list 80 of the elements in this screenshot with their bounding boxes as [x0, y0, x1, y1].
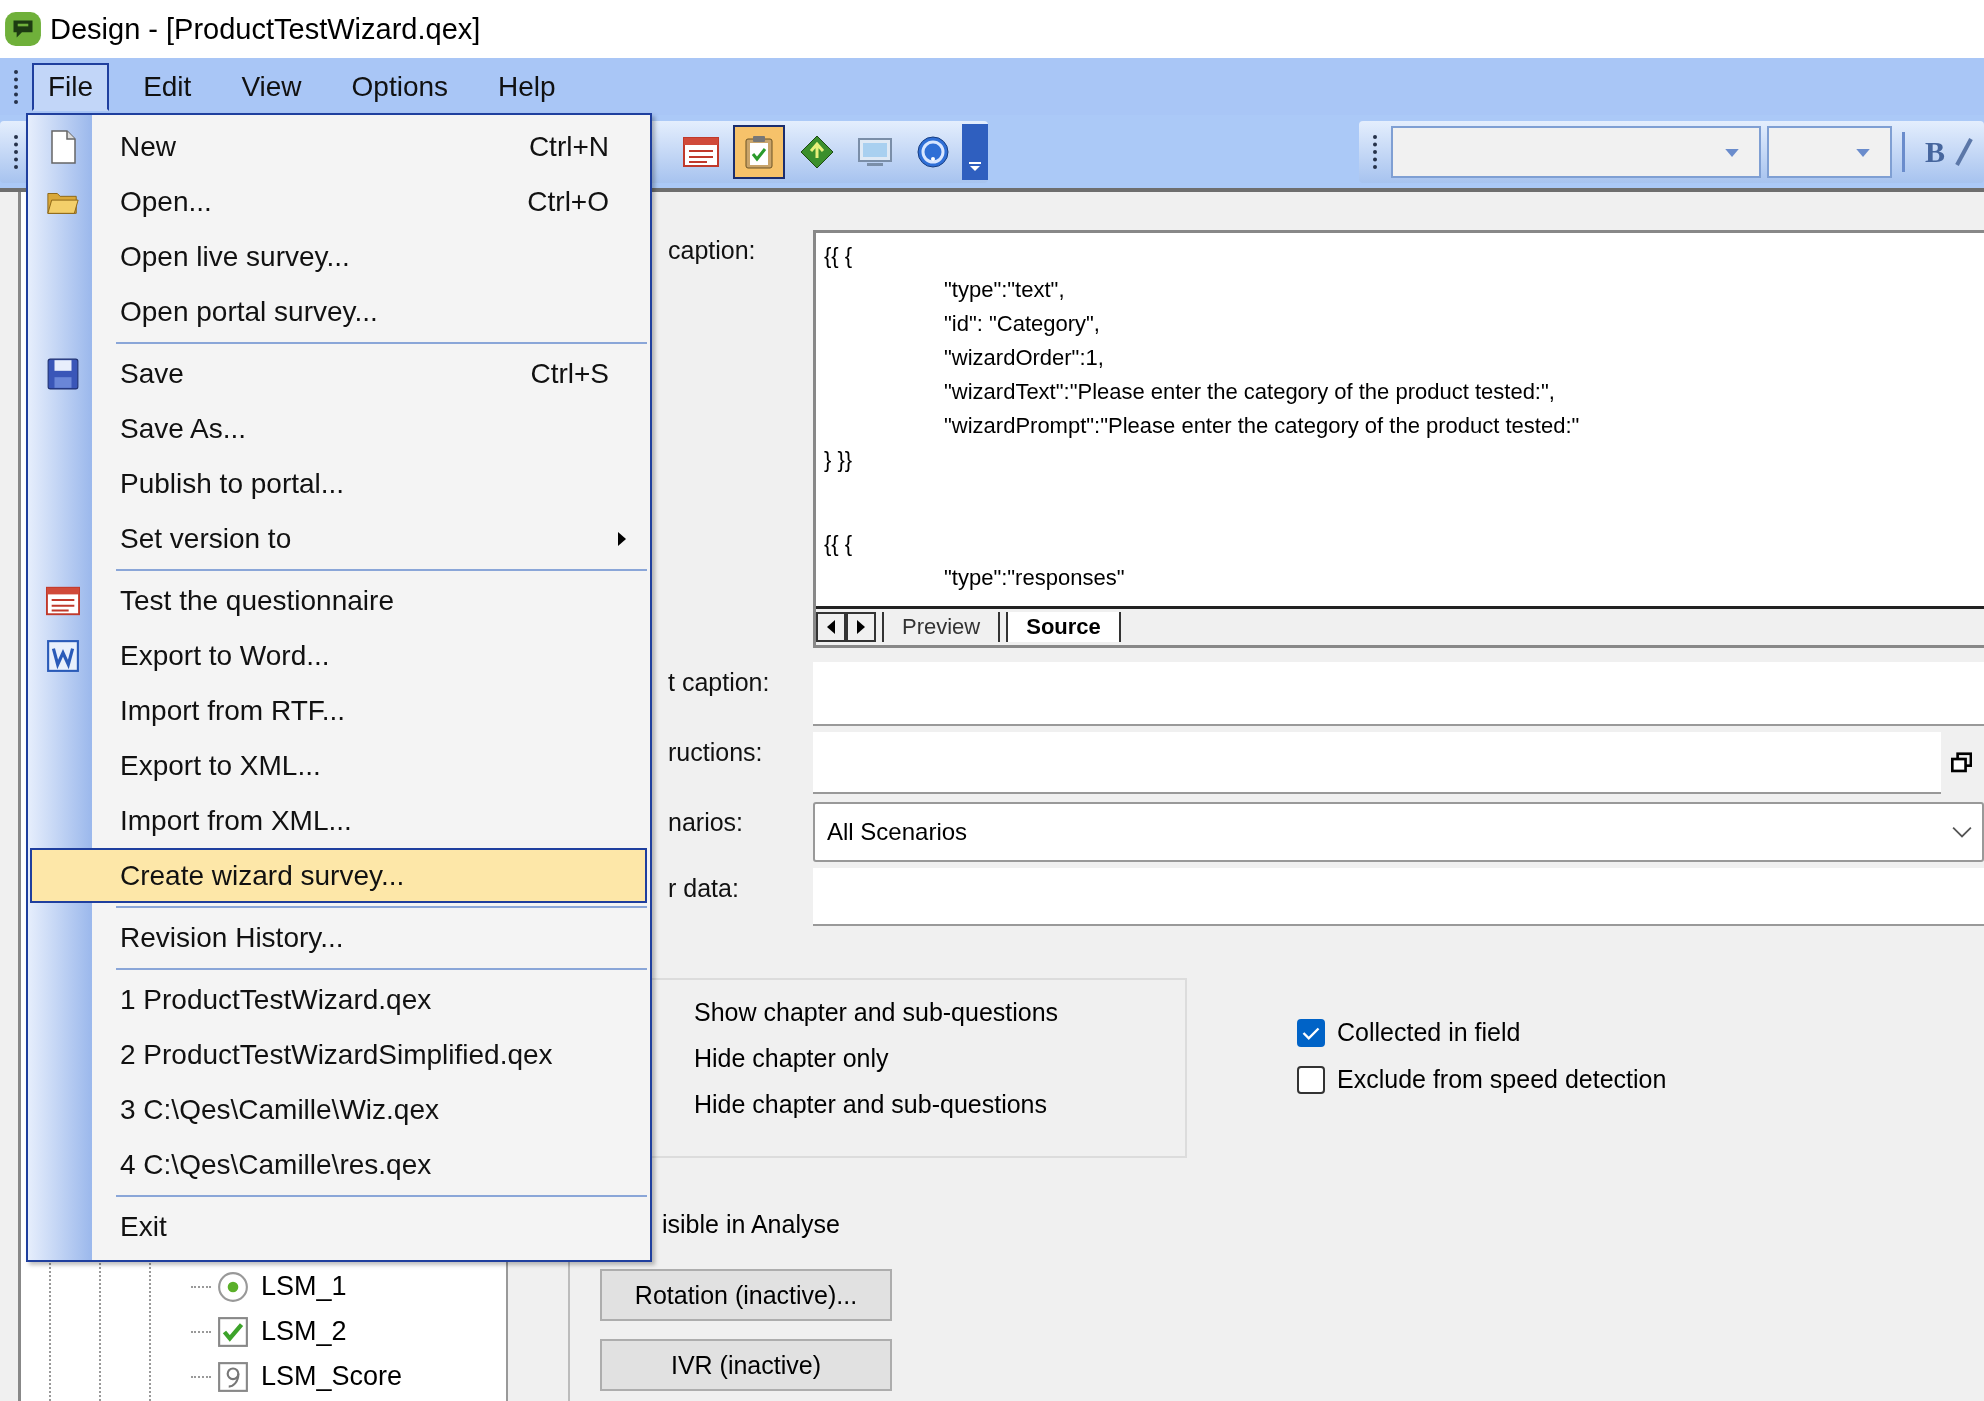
code-line: "type":"responses" — [943, 564, 1126, 592]
editor-tab[interactable]: Preview — [882, 612, 1001, 642]
scroll-right-button[interactable] — [846, 612, 876, 642]
radio-option-label[interactable]: Show chapter and sub-questions — [694, 994, 1185, 1030]
field-label: r data: — [668, 874, 739, 903]
menu-item[interactable]: 4 C:\Qes\Camille\res.qex — [30, 1137, 647, 1192]
code-line: "id": "Category", — [943, 310, 1101, 338]
menu-item[interactable]: Create wizard survey... — [30, 848, 647, 903]
menu-item[interactable]: Revision History... — [30, 910, 647, 965]
radio-option-label[interactable]: Hide chapter only — [694, 1040, 1185, 1076]
code-line: {{ { — [824, 530, 854, 558]
bold-button[interactable]: B — [1919, 134, 1951, 169]
scenarios-dropdown[interactable]: All Scenarios — [813, 802, 1984, 862]
form-icon — [683, 134, 719, 169]
tree-item[interactable]: LSM_Score — [261, 1361, 403, 1392]
menu-item[interactable]: Save As... — [30, 401, 647, 456]
toolbar-button[interactable] — [733, 124, 785, 179]
menu-item[interactable]: Save Ctrl+S — [30, 346, 647, 401]
document-icon — [46, 638, 80, 673]
code-line: } }} — [824, 446, 854, 474]
field-label: narios: — [668, 808, 744, 837]
submenu-arrow-icon — [617, 530, 627, 547]
window-title: Design - [ProductTestWizard.qex] — [50, 12, 481, 46]
menu-item[interactable]: 3 C:\Qes\Camille\Wiz.qex — [30, 1082, 647, 1137]
text-editor[interactable] — [813, 230, 1984, 648]
help-icon — [915, 134, 951, 169]
menu-item[interactable]: Test the questionnaire — [30, 573, 647, 628]
checkbox-label: Exclude from speed detection — [1337, 1065, 1667, 1094]
radio-option-label[interactable]: Hide chapter and sub-questions — [694, 1086, 1185, 1122]
menu-item[interactable]: Exit — [30, 1199, 647, 1254]
editor-tab[interactable]: Source — [1006, 612, 1121, 642]
instructions-field[interactable] — [813, 732, 1941, 794]
menu-item[interactable]: Options — [335, 62, 465, 111]
dropdown-arrow-icon — [1725, 148, 1739, 158]
checkbox[interactable] — [1297, 1018, 1325, 1047]
menu-item[interactable]: Open portal survey... — [30, 284, 647, 339]
numeric-question-icon — [217, 1360, 249, 1393]
menu-item[interactable]: Open live survey... — [30, 229, 647, 284]
dialog-button[interactable]: Rotation (inactive)... — [600, 1269, 892, 1321]
field-label: caption: — [668, 236, 756, 265]
checkbox-question-icon — [217, 1315, 249, 1348]
diamond-icon — [799, 134, 835, 169]
scroll-left-button[interactable] — [816, 612, 846, 642]
other-data-field[interactable] — [813, 868, 1984, 926]
radio-question-icon — [217, 1270, 249, 1303]
checkbox-label: isible in Analyse — [662, 1210, 840, 1239]
short-caption-field[interactable] — [813, 662, 1984, 726]
app-logo-icon — [4, 11, 42, 47]
dialog-button[interactable]: IVR (inactive) — [600, 1339, 892, 1391]
code-line: "wizardText":"Please enter the category of the product tested:", — [943, 378, 1556, 406]
menu-item[interactable]: Set version to — [30, 511, 647, 566]
menu-item[interactable]: Edit — [127, 62, 208, 111]
restore-window-icon[interactable] — [1950, 752, 1972, 774]
menu-item[interactable]: Publish to portal... — [30, 456, 647, 511]
menu-item[interactable]: View — [225, 62, 318, 111]
code-line: {{ { — [824, 242, 854, 270]
checkbox[interactable] — [1297, 1065, 1325, 1094]
code-line: "wizardPrompt":"Please enter the category of the product tested:" — [943, 412, 1581, 440]
menu-item[interactable]: Export to Word... — [30, 628, 647, 683]
field-label: t caption: — [668, 668, 770, 697]
tree-item[interactable]: LSM_1 — [261, 1271, 347, 1302]
menu-item[interactable]: New Ctrl+N — [30, 119, 647, 174]
dropdown-arrow-icon — [1856, 148, 1870, 158]
code-line: "wizardOrder":1, — [943, 344, 1105, 372]
code-line: "type":"text", — [943, 276, 1066, 304]
menu-item[interactable]: 1 ProductTestWizard.qex — [30, 972, 647, 1027]
menu-item[interactable]: Export to XML... — [30, 738, 647, 793]
chevron-down-icon — [1952, 826, 1972, 838]
menu-item[interactable]: File — [32, 62, 110, 111]
right-arrow-icon — [856, 620, 866, 634]
menu-item[interactable]: Open... Ctrl+O — [30, 174, 647, 229]
checkbox-label: Collected in field — [1337, 1018, 1521, 1047]
menu-item[interactable]: 2 ProductTestWizardSimplified.qex — [30, 1027, 647, 1082]
field-label: ructions: — [668, 738, 763, 767]
menu-item[interactable]: Import from RTF... — [30, 683, 647, 738]
overflow-chevron-icon[interactable] — [962, 123, 988, 180]
menu-item[interactable]: Help — [482, 62, 572, 111]
left-arrow-icon — [826, 620, 836, 634]
menu-item[interactable]: Import from XML... — [30, 793, 647, 848]
tree-item[interactable]: LSM_2 — [261, 1316, 347, 1347]
